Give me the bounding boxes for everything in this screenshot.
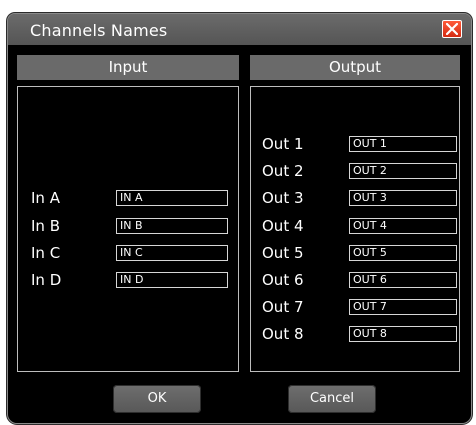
close-icon — [446, 23, 458, 35]
channels-names-dialog: Channels Names Input In A In B In C In D… — [7, 13, 472, 424]
output-name-field-out-2[interactable]: OUT 2 — [349, 163, 457, 179]
input-label-in-b: In B — [31, 217, 60, 235]
input-panel: In A In B In C In D IN A IN B IN C IN D — [17, 86, 239, 372]
output-label-out-5: Out 5 — [262, 244, 304, 262]
input-panel-header: Input — [17, 55, 239, 80]
input-name-field-in-c[interactable]: IN C — [116, 245, 228, 261]
output-panel: Out 1 Out 2 Out 3 Out 4 Out 5 Out 6 Out … — [250, 86, 460, 372]
output-label-out-8: Out 8 — [262, 325, 304, 343]
output-label-out-2: Out 2 — [262, 162, 304, 180]
input-name-field-in-d[interactable]: IN D — [116, 272, 228, 288]
input-name-field-in-a[interactable]: IN A — [116, 190, 228, 206]
input-label-in-c: In C — [31, 244, 61, 262]
output-name-field-out-8[interactable]: OUT 8 — [349, 326, 457, 342]
output-name-field-out-1[interactable]: OUT 1 — [349, 136, 457, 152]
output-label-out-7: Out 7 — [262, 298, 304, 316]
background-strip — [0, 0, 476, 14]
input-label-in-a: In A — [31, 189, 60, 207]
screen: Channels Names Input In A In B In C In D… — [0, 0, 476, 425]
output-label-out-6: Out 6 — [262, 271, 304, 289]
ok-button[interactable]: OK — [113, 385, 201, 413]
window-title: Channels Names — [30, 21, 168, 40]
title-bar[interactable]: Channels Names — [8, 14, 471, 45]
output-name-field-out-5[interactable]: OUT 5 — [349, 245, 457, 261]
output-name-field-out-4[interactable]: OUT 4 — [349, 218, 457, 234]
cancel-button[interactable]: Cancel — [288, 385, 376, 413]
output-name-field-out-7[interactable]: OUT 7 — [349, 299, 457, 315]
output-name-field-out-3[interactable]: OUT 3 — [349, 190, 457, 206]
output-label-out-1: Out 1 — [262, 135, 304, 153]
output-panel-header: Output — [250, 55, 460, 80]
output-label-out-3: Out 3 — [262, 189, 304, 207]
close-button[interactable] — [442, 20, 462, 38]
output-label-out-4: Out 4 — [262, 217, 304, 235]
dialog-body: Input In A In B In C In D IN A IN B IN C… — [8, 45, 471, 423]
output-name-field-out-6[interactable]: OUT 6 — [349, 272, 457, 288]
input-name-field-in-b[interactable]: IN B — [116, 218, 228, 234]
input-label-in-d: In D — [31, 271, 62, 289]
